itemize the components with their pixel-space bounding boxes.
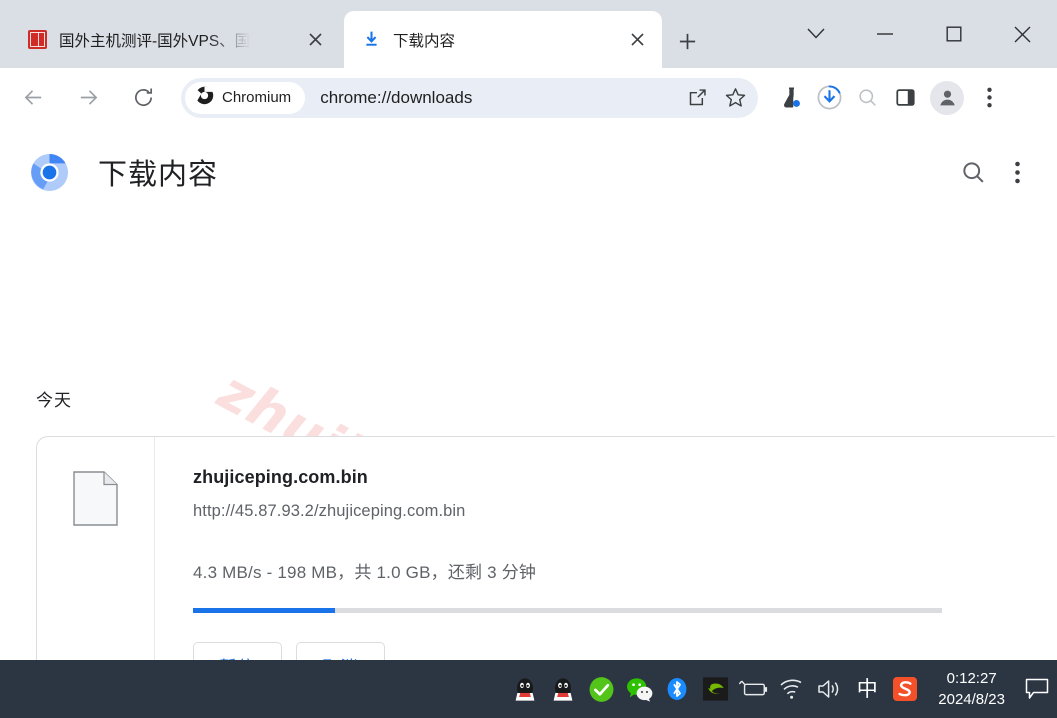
security-check-icon[interactable] <box>586 673 616 705</box>
close-button[interactable] <box>988 8 1057 60</box>
new-tab-button[interactable] <box>668 24 706 58</box>
wifi-icon[interactable] <box>776 673 806 705</box>
tab-strip: 国外主机测评-国外VPS、国 下载内容 <box>0 0 1057 68</box>
back-arrow-icon[interactable] <box>14 79 52 117</box>
windows-taskbar: 中 0:12:27 2024/8/23 <box>0 660 1057 718</box>
download-status-text: 4.3 MB/s - 198 MB，共 1.0 GB，还剩 3 分钟 <box>193 563 537 582</box>
battery-icon[interactable] <box>738 673 768 705</box>
search-icon[interactable] <box>848 79 886 117</box>
download-item-details: zhujiceping.com.bin http://45.87.93.2/zh… <box>155 437 1055 660</box>
address-bar[interactable]: Chromium chrome://downloads <box>181 77 758 118</box>
download-arrow-icon <box>362 30 381 49</box>
browser-tab-active[interactable]: 下载内容 <box>344 11 662 68</box>
bluetooth-icon[interactable] <box>662 673 692 705</box>
clock-time: 0:12:27 <box>946 670 997 687</box>
ime-language-label: 中 <box>856 677 878 701</box>
download-progress-icon[interactable] <box>810 79 848 117</box>
address-bar-url: chrome://downloads <box>320 87 473 107</box>
chromium-chip[interactable]: Chromium <box>185 81 306 114</box>
download-progress-fill <box>193 608 336 613</box>
tab-title: 下载内容 <box>393 32 456 50</box>
wechat-icon[interactable] <box>624 673 654 705</box>
omnibox-actions <box>678 79 754 117</box>
generic-file-icon <box>73 471 118 526</box>
three-dot-menu-icon[interactable] <box>995 150 1039 194</box>
search-icon[interactable] <box>951 150 995 194</box>
qq-icon[interactable] <box>510 673 540 705</box>
profile-avatar-icon[interactable] <box>930 80 964 115</box>
flask-icon[interactable] <box>772 79 810 117</box>
window-controls <box>781 0 1057 68</box>
bookmark-star-icon[interactable] <box>716 79 754 117</box>
download-source-url[interactable]: http://45.87.93.2/zhujiceping.com.bin <box>193 502 1055 521</box>
page-header-actions <box>951 150 1039 194</box>
page-title: 下载内容 <box>98 159 219 191</box>
tab-search-button[interactable] <box>781 8 850 60</box>
minimize-button[interactable] <box>850 8 919 60</box>
notification-icon[interactable] <box>1017 660 1057 718</box>
chromium-chip-label: Chromium <box>222 89 292 106</box>
cancel-button[interactable]: 取消 <box>296 642 385 660</box>
taskbar-clock[interactable]: 0:12:27 2024/8/23 <box>938 668 1005 710</box>
tab-title: 国外主机测评-国外VPS、国 <box>59 32 251 50</box>
forward-arrow-icon[interactable] <box>69 79 107 117</box>
tab-close-button[interactable] <box>302 27 328 53</box>
downloads-page-header: 下载内容 <box>0 127 1057 217</box>
download-progress-bar <box>193 608 942 613</box>
download-action-buttons: 暂停 取消 <box>193 642 1055 660</box>
pause-button[interactable]: 暂停 <box>193 642 282 660</box>
browser-tab-inactive[interactable]: 国外主机测评-国外VPS、国 <box>10 11 340 68</box>
nvidia-icon[interactable] <box>700 673 730 705</box>
sogou-input-icon[interactable] <box>890 673 920 705</box>
reload-icon[interactable] <box>124 79 162 117</box>
browser-toolbar: Chromium chrome://downloads <box>0 68 1057 127</box>
volume-icon[interactable] <box>814 673 844 705</box>
chromium-logo-icon <box>195 86 214 110</box>
toolbar-actions <box>772 79 1008 117</box>
ime-language-icon[interactable]: 中 <box>852 673 882 705</box>
download-item-card[interactable]: zhujiceping.com.bin http://45.87.93.2/zh… <box>36 436 1055 660</box>
site-seal-icon <box>28 30 47 49</box>
clock-date: 2024/8/23 <box>938 691 1005 708</box>
side-panel-icon[interactable] <box>886 79 924 117</box>
chromium-logo-icon <box>30 153 69 192</box>
downloads-page: 下载内容 今天 zhujiceping.com.bin http://45.87… <box>0 127 1057 660</box>
download-file-icon-column <box>37 437 155 660</box>
downloads-section-label: 今天 <box>36 391 72 410</box>
download-file-name[interactable]: zhujiceping.com.bin <box>193 467 1055 488</box>
tab-close-button[interactable] <box>624 27 650 53</box>
three-dot-menu-icon[interactable] <box>970 79 1008 117</box>
maximize-button[interactable] <box>919 8 988 60</box>
qq-secondary-icon[interactable] <box>548 673 578 705</box>
share-icon[interactable] <box>678 79 716 117</box>
